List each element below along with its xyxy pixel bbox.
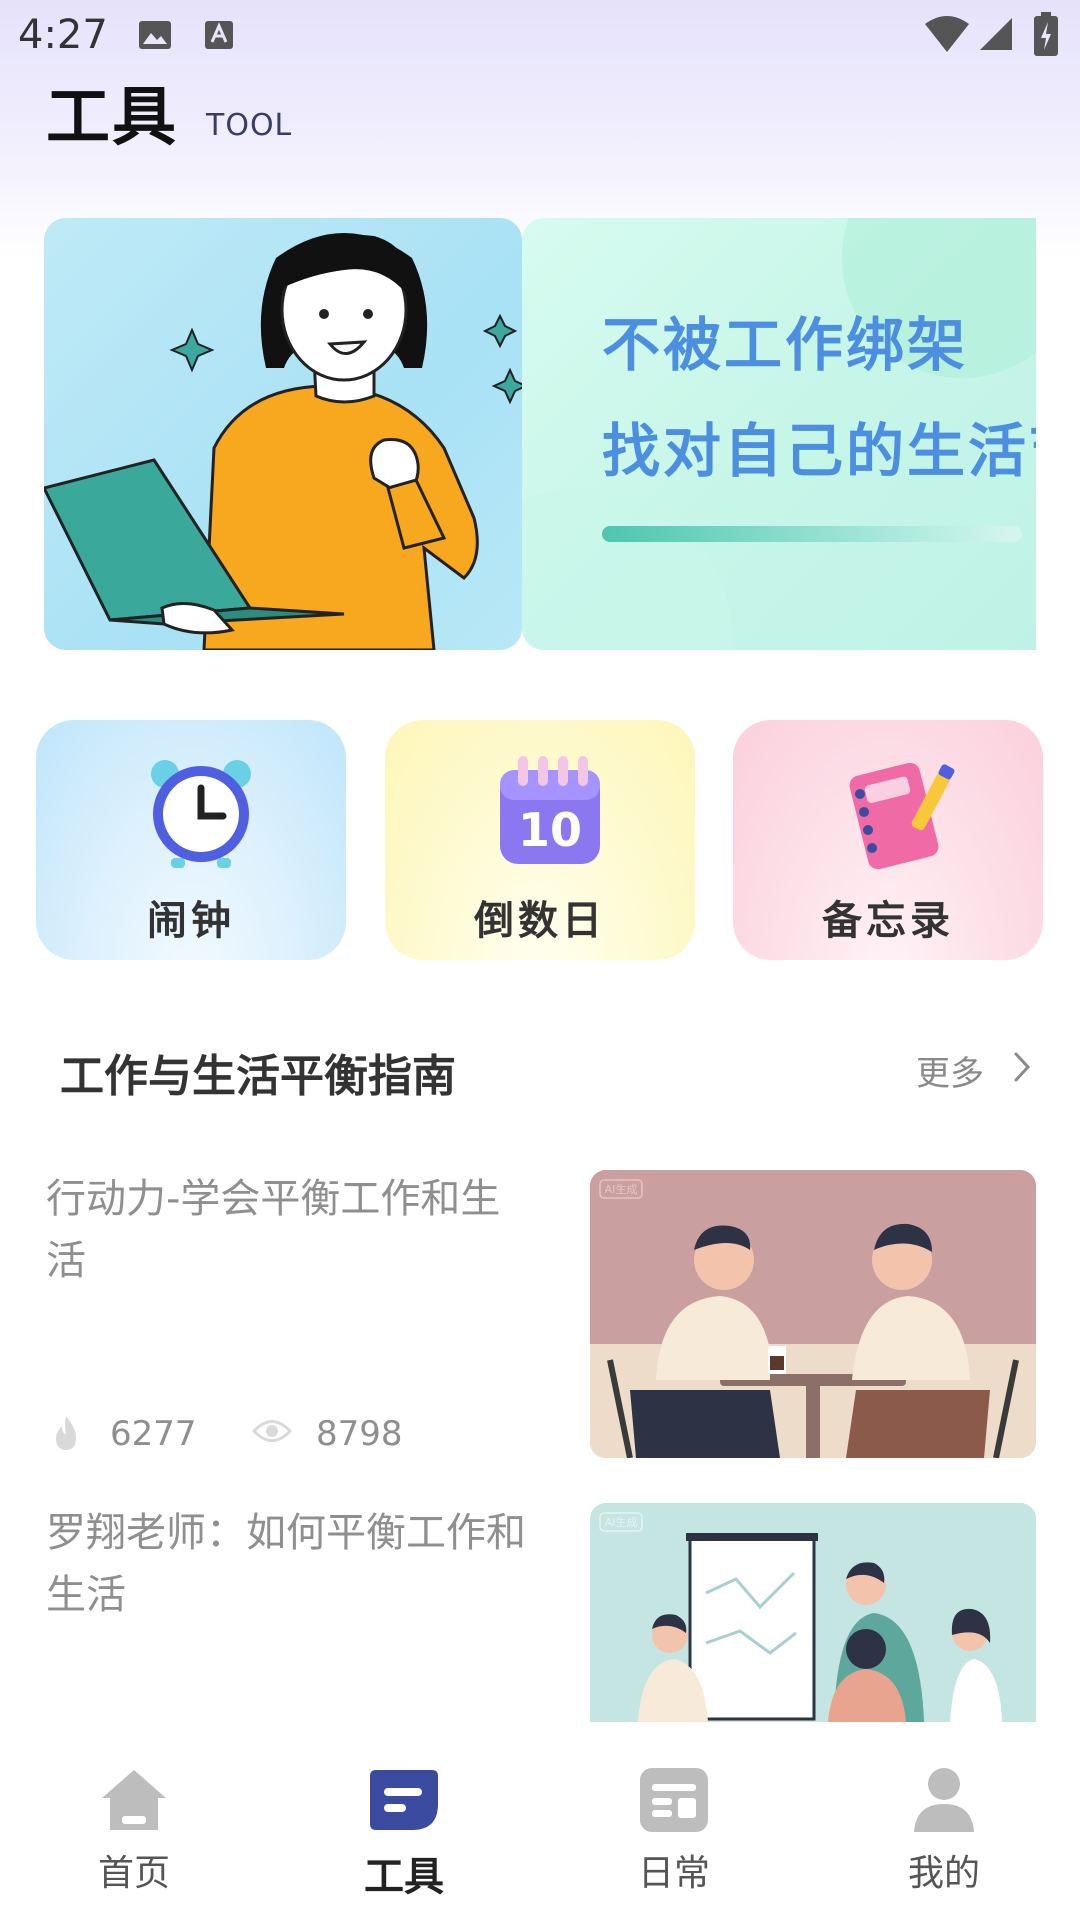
tool-memo-label: 备忘录 <box>822 898 954 944</box>
ai-badge: AI生成 <box>605 1182 638 1196</box>
nav-label-daily: 日常 <box>637 1853 710 1894</box>
fire-icon <box>56 1416 76 1450</box>
signal-icon <box>980 18 1012 50</box>
tool-alarm-label: 闹钟 <box>147 898 235 944</box>
alarm-clock-icon <box>151 760 251 868</box>
presentation-illustration: AI生成 <box>590 1503 1036 1722</box>
more-link[interactable]: 更多 <box>916 1046 984 1095</box>
home-icon <box>102 1770 166 1830</box>
banner-progress-bar <box>602 526 1022 542</box>
article-thumbnail[interactable]: AI生成 <box>590 1170 1036 1458</box>
article-thumbnail[interactable]: AI生成 <box>590 1503 1036 1722</box>
wifi-icon <box>925 16 969 52</box>
nav-label-tools: 工具 <box>364 1854 444 1900</box>
image-notification-icon <box>139 21 171 49</box>
ai-badge: AI生成 <box>605 1515 638 1529</box>
notebook-icon <box>849 762 955 870</box>
daily-icon <box>640 1768 708 1832</box>
nav-item-daily[interactable]: 日常 <box>574 1722 774 1920</box>
calendar-badge-number: 10 <box>518 803 582 857</box>
meeting-illustration: AI生成 <box>590 1170 1036 1458</box>
tool-memo-card[interactable]: 备忘录 <box>733 720 1043 960</box>
status-bar: 4:27 <box>0 0 1080 72</box>
tool-alarm-card[interactable]: 闹钟 <box>36 720 346 960</box>
nav-label-profile: 我的 <box>907 1853 980 1894</box>
profile-icon <box>914 1768 974 1832</box>
nav-item-home[interactable]: 首页 <box>34 1722 234 1920</box>
tool-countdown-card[interactable]: 10 倒数日 <box>385 720 695 960</box>
banner-carousel[interactable]: 不被工作绑架 找对自己的生活节 <box>44 218 1036 650</box>
battery-icon <box>1034 12 1058 56</box>
eye-icon <box>252 1420 292 1442</box>
tool-countdown-label: 倒数日 <box>474 898 606 944</box>
text-notification-icon <box>205 21 233 49</box>
page-title: 工具 <box>46 81 178 155</box>
likes-count: 6277 <box>110 1414 197 1454</box>
banner-illustration[interactable] <box>44 218 522 650</box>
person-with-laptop-illustration <box>44 233 522 650</box>
views-count: 8798 <box>316 1414 403 1454</box>
calendar-countdown-icon: 10 <box>500 756 600 864</box>
nav-label-home: 首页 <box>97 1853 170 1894</box>
bottom-nav: 首页 工具 日常 我的 <box>0 1722 1080 1920</box>
banner-headline-1: 不被工作绑架 <box>602 311 969 379</box>
tools-icon <box>370 1770 438 1830</box>
nav-item-profile[interactable]: 我的 <box>844 1722 1044 1920</box>
nav-item-tools[interactable]: 工具 <box>304 1722 504 1920</box>
page-subtitle: TOOL <box>206 108 293 143</box>
article-title[interactable]: 行动力-学会平衡工作和生活 <box>46 1168 536 1292</box>
section-title: 工作与生活平衡指南 <box>60 1051 456 1102</box>
article-title[interactable]: 罗翔老师：如何平衡工作和生活 <box>46 1502 536 1626</box>
status-time: 4:27 <box>18 12 108 58</box>
banner-headline-2: 找对自己的生活节 <box>602 417 1036 485</box>
chevron-right-icon[interactable] <box>1010 1050 1034 1084</box>
